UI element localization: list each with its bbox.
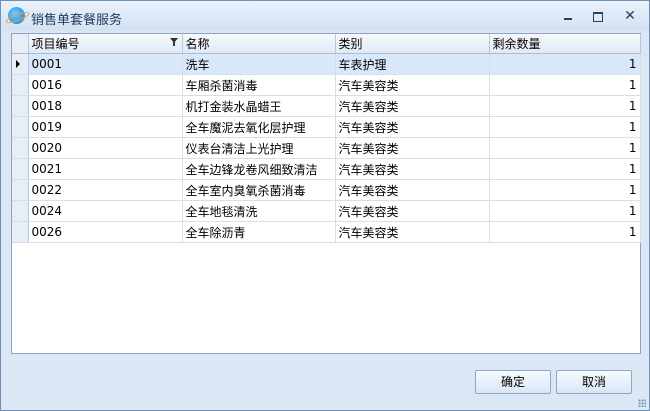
- data-grid[interactable]: 项目编号 名称 类别 剩余数量 0001 洗车 车表护理 1 0016 车厢杀菌…: [11, 33, 641, 354]
- cell-code[interactable]: 0024: [28, 200, 183, 222]
- header-indicator: [12, 34, 29, 54]
- cell-name[interactable]: 全车边锋龙卷风细致清洁: [182, 158, 336, 180]
- cell-category[interactable]: 汽车美容类: [335, 137, 490, 159]
- cell-code[interactable]: 0021: [28, 158, 183, 180]
- table-row[interactable]: 0021 全车边锋龙卷风细致清洁 汽车美容类 1: [12, 158, 641, 180]
- table-row[interactable]: 0026 全车除沥青 汽车美容类 1: [12, 221, 641, 243]
- title-bar[interactable]: 销售单套餐服务 ✕: [1, 1, 649, 31]
- cancel-button[interactable]: 取消: [556, 370, 632, 394]
- header-row: 项目编号 名称 类别 剩余数量: [12, 34, 641, 54]
- cell-qty[interactable]: 1: [489, 158, 641, 180]
- cell-name[interactable]: 车厢杀菌消毒: [182, 74, 336, 96]
- dialog-window: 销售单套餐服务 ✕ 项目编号 名称 类别 剩余数量 0001 洗车 车表护理 1…: [0, 0, 650, 411]
- column-header-qty[interactable]: 剩余数量: [489, 34, 641, 54]
- maximize-button[interactable]: [589, 8, 607, 24]
- table-row[interactable]: 0018 机打金装水晶蜡王 汽车美容类 1: [12, 95, 641, 117]
- cell-category[interactable]: 汽车美容类: [335, 158, 490, 180]
- cell-category[interactable]: 汽车美容类: [335, 221, 490, 243]
- cell-name[interactable]: 全车除沥青: [182, 221, 336, 243]
- close-button[interactable]: ✕: [621, 8, 639, 24]
- current-row-arrow-icon: [16, 60, 20, 68]
- cell-category[interactable]: 汽车美容类: [335, 95, 490, 117]
- row-indicator: [12, 221, 29, 243]
- cell-category[interactable]: 汽车美容类: [335, 200, 490, 222]
- cell-qty[interactable]: 1: [489, 179, 641, 201]
- column-header-category[interactable]: 类别: [335, 34, 490, 54]
- row-indicator: [12, 95, 29, 117]
- service-table: 项目编号 名称 类别 剩余数量 0001 洗车 车表护理 1 0016 车厢杀菌…: [12, 34, 641, 243]
- cell-qty[interactable]: 1: [489, 95, 641, 117]
- window-title: 销售单套餐服务: [31, 13, 123, 28]
- cell-name[interactable]: 全车魔泥去氧化层护理: [182, 116, 336, 138]
- cell-code[interactable]: 0018: [28, 95, 183, 117]
- row-indicator: [12, 53, 29, 75]
- cell-category[interactable]: 汽车美容类: [335, 116, 490, 138]
- cell-name[interactable]: 全车地毯清洗: [182, 200, 336, 222]
- table-row[interactable]: 0001 洗车 车表护理 1: [12, 53, 641, 75]
- cell-name[interactable]: 机打金装水晶蜡王: [182, 95, 336, 117]
- cell-qty[interactable]: 1: [489, 53, 641, 75]
- minimize-icon: [564, 18, 572, 20]
- app-logo-icon: [8, 7, 25, 24]
- filter-icon[interactable]: [169, 38, 178, 46]
- cell-name[interactable]: 洗车: [182, 53, 336, 75]
- row-indicator: [12, 200, 29, 222]
- cell-qty[interactable]: 1: [489, 221, 641, 243]
- cell-qty[interactable]: 1: [489, 74, 641, 96]
- row-indicator: [12, 179, 29, 201]
- row-indicator: [12, 74, 29, 96]
- cell-code[interactable]: 0022: [28, 179, 183, 201]
- row-indicator: [12, 137, 29, 159]
- cell-qty[interactable]: 1: [489, 137, 641, 159]
- confirm-button[interactable]: 确定: [475, 370, 551, 394]
- maximize-icon: [593, 12, 603, 22]
- cell-qty[interactable]: 1: [489, 116, 641, 138]
- cell-code[interactable]: 0001: [28, 53, 183, 75]
- cell-code[interactable]: 0020: [28, 137, 183, 159]
- row-indicator: [12, 158, 29, 180]
- cell-category[interactable]: 汽车美容类: [335, 74, 490, 96]
- cell-code[interactable]: 0026: [28, 221, 183, 243]
- table-row[interactable]: 0016 车厢杀菌消毒 汽车美容类 1: [12, 74, 641, 96]
- close-icon: ✕: [624, 8, 636, 24]
- cell-name[interactable]: 仪表台清洁上光护理: [182, 137, 336, 159]
- cell-qty[interactable]: 1: [489, 200, 641, 222]
- table-row[interactable]: 0020 仪表台清洁上光护理 汽车美容类 1: [12, 137, 641, 159]
- cell-code[interactable]: 0016: [28, 74, 183, 96]
- cell-category[interactable]: 汽车美容类: [335, 179, 490, 201]
- column-header-name[interactable]: 名称: [182, 34, 336, 54]
- cell-name[interactable]: 全车室内臭氧杀菌消毒: [182, 179, 336, 201]
- row-indicator: [12, 116, 29, 138]
- cell-code[interactable]: 0019: [28, 116, 183, 138]
- table-row[interactable]: 0022 全车室内臭氧杀菌消毒 汽车美容类 1: [12, 179, 641, 201]
- cell-category[interactable]: 车表护理: [335, 53, 490, 75]
- minimize-button[interactable]: [559, 8, 577, 24]
- table-row[interactable]: 0019 全车魔泥去氧化层护理 汽车美容类 1: [12, 116, 641, 138]
- resize-grip-icon[interactable]: [638, 399, 646, 407]
- table-row[interactable]: 0024 全车地毯清洗 汽车美容类 1: [12, 200, 641, 222]
- column-header-code[interactable]: 项目编号: [28, 34, 183, 54]
